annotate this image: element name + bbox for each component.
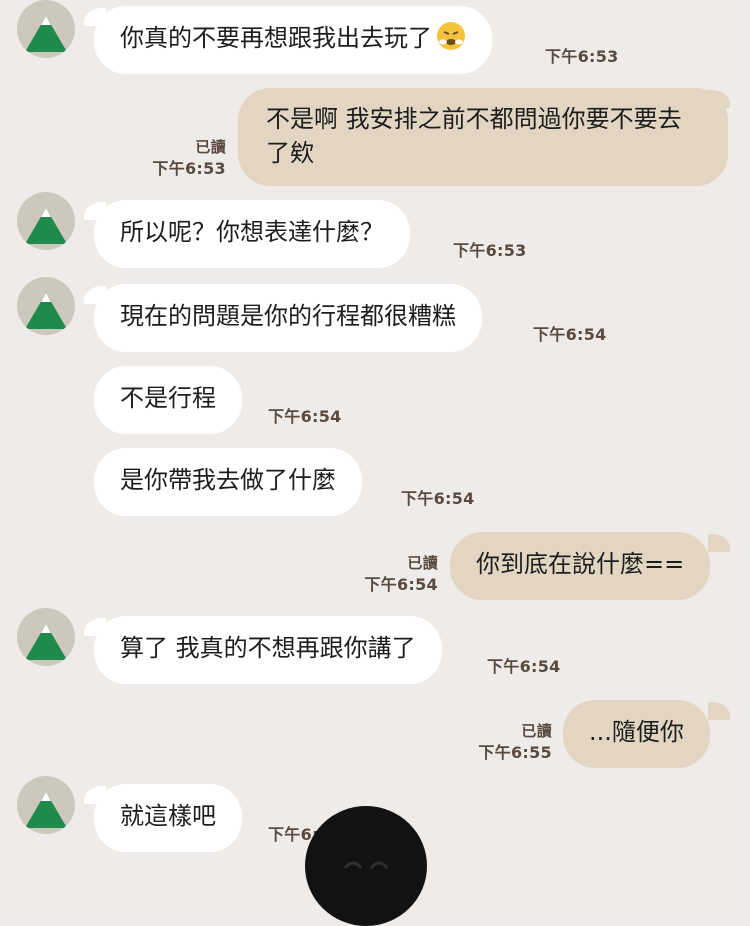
timestamp: 下午6:53 [453,241,527,260]
message-bubble-outgoing[interactable]: 你到底在說什麼== [450,532,711,600]
face-with-steam-icon [436,21,466,51]
message-bubble-outgoing[interactable]: ...隨便你 [563,700,710,768]
message-text: 所以呢？你想表達什麼？ [120,218,384,246]
dark-sticker-overlay [305,806,427,926]
message-text: 你真的不要再想跟我出去玩了 [120,24,432,52]
mountain-icon [25,792,67,828]
avatar[interactable] [17,776,75,834]
timestamp: 下午6:54 [401,489,475,508]
mountain-icon [25,624,67,660]
message-meta: 已讀 下午6:55 [472,720,552,764]
timestamp: 下午6:53 [152,159,226,178]
message-text: 現在的問題是你的行程都很糟糕 [120,302,456,330]
timestamp: 下午6:54 [487,657,561,676]
timestamp: 下午6:54 [533,325,607,344]
message-bubble-incoming[interactable]: 算了 我真的不想再跟你講了 [94,616,442,684]
avatar[interactable] [17,192,75,250]
mountain-icon [25,208,67,244]
timestamp: 下午6:55 [478,743,552,762]
message-text: 你到底在說什麼== [476,550,685,578]
read-receipt: 已讀 [195,138,226,156]
avatar[interactable] [17,277,75,335]
message-bubble-incoming[interactable]: 所以呢？你想表達什麼？ [94,200,410,268]
message-text: 不是啊 我安排之前不都問過你要不要去了欸 [266,105,682,167]
timestamp: 下午6:53 [545,47,619,66]
message-bubble-outgoing[interactable]: 不是啊 我安排之前不都問過你要不要去了欸 [238,88,728,186]
message-text: 是你帶我去做了什麼 [120,466,336,494]
message-text: 算了 我真的不想再跟你講了 [120,634,416,662]
mountain-icon [25,293,67,329]
timestamp: 下午6:54 [268,407,342,426]
bubble-tail [708,534,730,552]
message-text: ...隨便你 [589,718,684,746]
avatar[interactable] [17,0,75,58]
read-receipt: 已讀 [521,722,552,740]
message-text: 就這樣吧 [120,802,216,830]
message-bubble-incoming[interactable]: 是你帶我去做了什麼 [94,448,362,516]
read-receipt: 已讀 [407,554,438,572]
timestamp: 下午6:54 [364,575,438,594]
message-bubble-incoming[interactable]: 就這樣吧 [94,784,242,852]
bubble-tail [708,702,730,720]
message-meta: 已讀 下午6:53 [148,136,226,180]
message-bubble-incoming[interactable]: 不是行程 [94,366,242,434]
avatar[interactable] [17,608,75,666]
message-bubble-incoming[interactable]: 你真的不要再想跟我出去玩了 [94,6,492,74]
message-text: 不是行程 [120,384,216,412]
message-bubble-incoming[interactable]: 現在的問題是你的行程都很糟糕 [94,284,482,352]
mountain-icon [25,16,67,52]
message-meta: 已讀 下午6:54 [358,552,438,596]
